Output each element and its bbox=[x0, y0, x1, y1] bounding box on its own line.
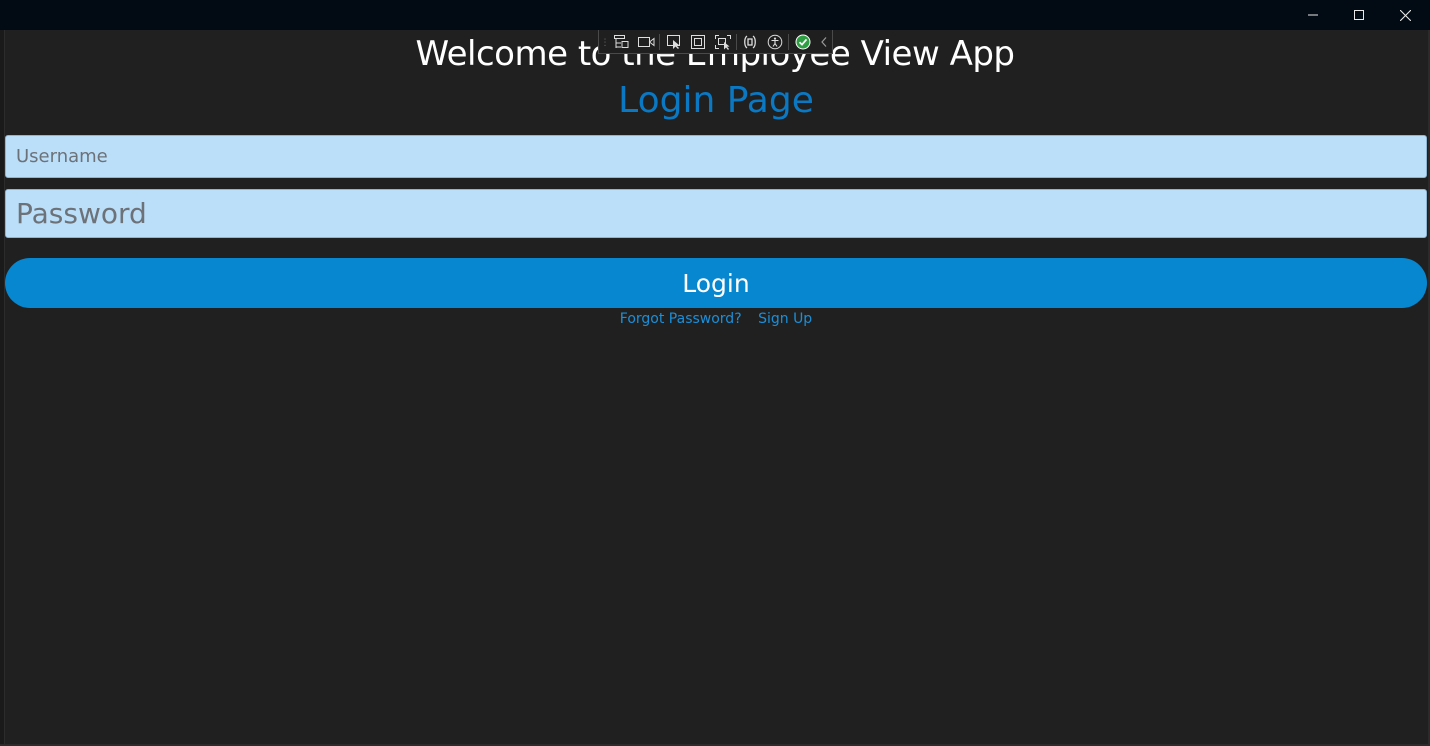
toolbar-divider bbox=[736, 33, 738, 50]
login-button[interactable]: Login bbox=[5, 258, 1427, 308]
live-visual-tree-icon bbox=[614, 34, 629, 48]
record-icon bbox=[637, 36, 655, 47]
maximize-button[interactable] bbox=[1336, 0, 1382, 30]
collapse-chevron-icon bbox=[820, 36, 826, 47]
maximize-icon bbox=[1354, 10, 1364, 20]
toolbar-divider bbox=[788, 33, 790, 50]
layout-adorners-button[interactable] bbox=[686, 31, 711, 53]
binding-failures-icon bbox=[744, 34, 757, 49]
accessibility-icon bbox=[767, 34, 783, 49]
status-ok-button[interactable] bbox=[790, 31, 815, 53]
minimize-icon bbox=[1308, 14, 1318, 16]
minimize-button[interactable] bbox=[1290, 0, 1336, 30]
title-bar[interactable] bbox=[0, 0, 1430, 30]
record-button[interactable] bbox=[634, 31, 659, 53]
collapse-toolbar-button[interactable] bbox=[815, 31, 832, 53]
app-window: Welcome to the Employee View App Login P… bbox=[0, 0, 1430, 746]
forgot-password-link[interactable]: Forgot Password? bbox=[620, 311, 742, 327]
live-visual-tree-button[interactable] bbox=[609, 31, 634, 53]
select-element-button[interactable] bbox=[661, 31, 686, 53]
auth-links: Forgot Password? Sign Up bbox=[0, 310, 1430, 328]
sign-up-link[interactable]: Sign Up bbox=[758, 311, 812, 327]
display-layout-adorners-icon bbox=[691, 34, 706, 49]
track-focus-icon bbox=[714, 34, 731, 50]
binding-failures-button[interactable] bbox=[738, 31, 763, 53]
username-input[interactable] bbox=[5, 135, 1427, 178]
password-input[interactable] bbox=[5, 189, 1427, 238]
page-title: Login Page bbox=[618, 80, 814, 121]
close-button[interactable] bbox=[1382, 0, 1428, 30]
toolbar-grip-icon[interactable]: ⋮ bbox=[601, 34, 610, 50]
track-focus-button[interactable] bbox=[711, 31, 736, 53]
status-ok-icon bbox=[795, 34, 811, 49]
close-icon bbox=[1399, 9, 1411, 21]
toolbar-divider bbox=[659, 33, 661, 50]
accessibility-button[interactable] bbox=[763, 31, 788, 53]
xaml-debug-toolbar: ⋮ bbox=[598, 30, 833, 54]
select-element-icon bbox=[666, 34, 680, 49]
